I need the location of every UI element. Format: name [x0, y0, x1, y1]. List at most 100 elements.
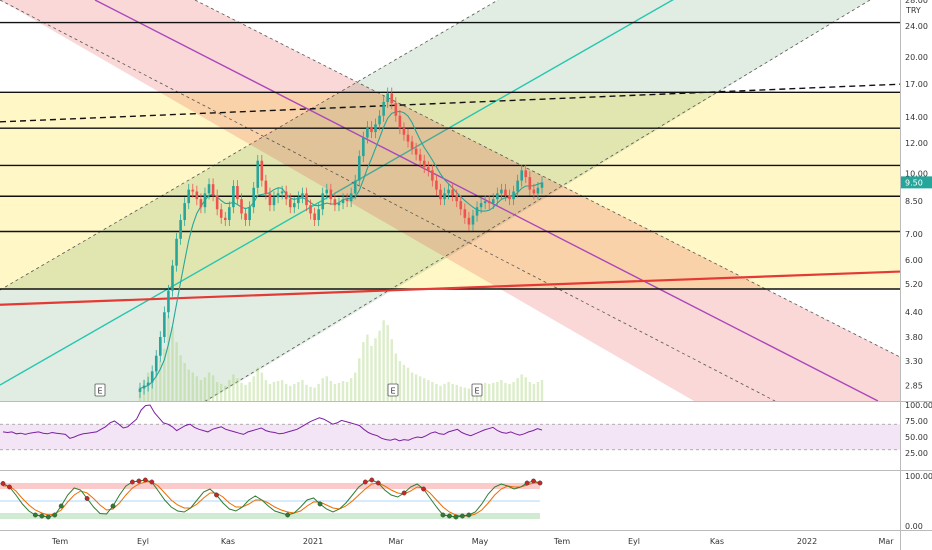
- candle: [341, 199, 345, 204]
- volume-bar: [414, 374, 418, 401]
- volume-bar: [289, 385, 292, 401]
- y-tick-label: 28.00: [905, 0, 928, 5]
- volume-bar: [215, 382, 219, 401]
- volume-bar: [528, 382, 532, 401]
- event-marker: E: [94, 383, 106, 397]
- candle: [479, 203, 483, 208]
- volume-bar: [224, 385, 227, 401]
- candle: [260, 160, 264, 181]
- stoch-tick-label: 0.00: [905, 522, 923, 531]
- candle: [463, 209, 467, 218]
- candle: [163, 312, 166, 337]
- candle: [232, 185, 235, 208]
- rsi-band: [0, 424, 900, 450]
- volume-bar: [423, 378, 426, 401]
- candle: [301, 193, 304, 198]
- stoch-tick-label: 100.00: [905, 472, 932, 481]
- volume-bar: [341, 381, 345, 401]
- volume-bar: [366, 334, 369, 401]
- volume-bar: [199, 380, 203, 401]
- volume-bar: [512, 382, 515, 401]
- candle: [427, 167, 430, 171]
- candle: [236, 185, 239, 200]
- y-tick-label: 2.85: [905, 382, 923, 391]
- candle: [370, 126, 373, 133]
- volume-bar: [293, 383, 296, 401]
- candle: [455, 195, 459, 202]
- candle: [325, 189, 329, 194]
- volume-bar: [236, 378, 239, 401]
- y-tick-label: 17.00: [905, 80, 928, 89]
- x-tick-label: 2022: [797, 537, 817, 546]
- candle: [187, 189, 191, 204]
- volume-bar: [179, 355, 182, 401]
- candle: [386, 93, 389, 102]
- volume-bar: [301, 380, 304, 401]
- stoch-signal-dot: [52, 512, 58, 518]
- volume-bar: [427, 380, 430, 401]
- stoch-signal-dot: [39, 513, 45, 519]
- candle: [195, 191, 199, 200]
- event-marker-label: E: [390, 387, 395, 396]
- volume-bar: [532, 383, 536, 401]
- volume-bar: [459, 386, 462, 401]
- stoch-signal-dot: [214, 492, 219, 498]
- candle: [418, 154, 422, 161]
- candle: [142, 385, 146, 389]
- y-tick-label: 3.80: [905, 333, 923, 342]
- candle: [317, 209, 320, 221]
- candle: [496, 193, 499, 200]
- candle: [179, 220, 182, 239]
- volume-bar: [443, 383, 446, 401]
- volume-bar: [382, 320, 385, 401]
- candle: [203, 193, 207, 208]
- candle: [414, 148, 418, 155]
- candle: [280, 191, 284, 194]
- candle: [349, 193, 353, 202]
- x-tick-label: Mar: [388, 537, 404, 546]
- candle: [293, 203, 296, 208]
- x-tick-label: Kas: [710, 537, 724, 546]
- event-marker: E: [387, 383, 399, 397]
- candle: [532, 189, 536, 194]
- y-tick-label: 14.00: [905, 113, 928, 122]
- candle: [353, 180, 357, 194]
- candle: [297, 197, 300, 204]
- candle: [248, 207, 251, 221]
- volume-bar: [378, 330, 381, 401]
- x-tick-label: Eyl: [137, 537, 149, 546]
- candle: [491, 199, 495, 204]
- candle: [337, 203, 341, 206]
- volume-bar: [504, 382, 507, 401]
- volume-bar: [195, 376, 199, 401]
- candle: [471, 215, 475, 225]
- candle: [406, 134, 410, 142]
- x-tick-label: Mar: [878, 537, 894, 546]
- candle: [199, 199, 203, 208]
- stoch-signal-dot: [401, 490, 407, 496]
- stoch-signal-dot: [466, 512, 472, 518]
- stoch-overbought-band: [0, 483, 540, 489]
- volume-bar: [516, 378, 519, 401]
- stochastic-pane: [0, 477, 543, 520]
- stoch-signal-dot: [84, 496, 90, 501]
- candle: [402, 128, 406, 135]
- volume-bar: [313, 387, 316, 401]
- volume-bar: [305, 384, 308, 401]
- volume-bar: [260, 372, 264, 401]
- stoch-signal-dot: [32, 512, 38, 518]
- volume-bar: [325, 376, 328, 401]
- y-tick-label: 4.40: [905, 308, 923, 317]
- rsi-tick-label: 50.00: [905, 433, 928, 442]
- stoch-signal-dot: [45, 514, 51, 520]
- volume-bar: [354, 372, 357, 401]
- volume-bar: [418, 376, 422, 401]
- candle: [362, 137, 365, 157]
- volume-bar: [207, 372, 211, 401]
- candle: [276, 193, 280, 198]
- volume-bar: [175, 342, 178, 401]
- candle: [313, 213, 316, 221]
- volume-bar: [167, 315, 170, 401]
- volume-bar: [406, 367, 410, 401]
- stoch-signal-dot: [0, 481, 6, 486]
